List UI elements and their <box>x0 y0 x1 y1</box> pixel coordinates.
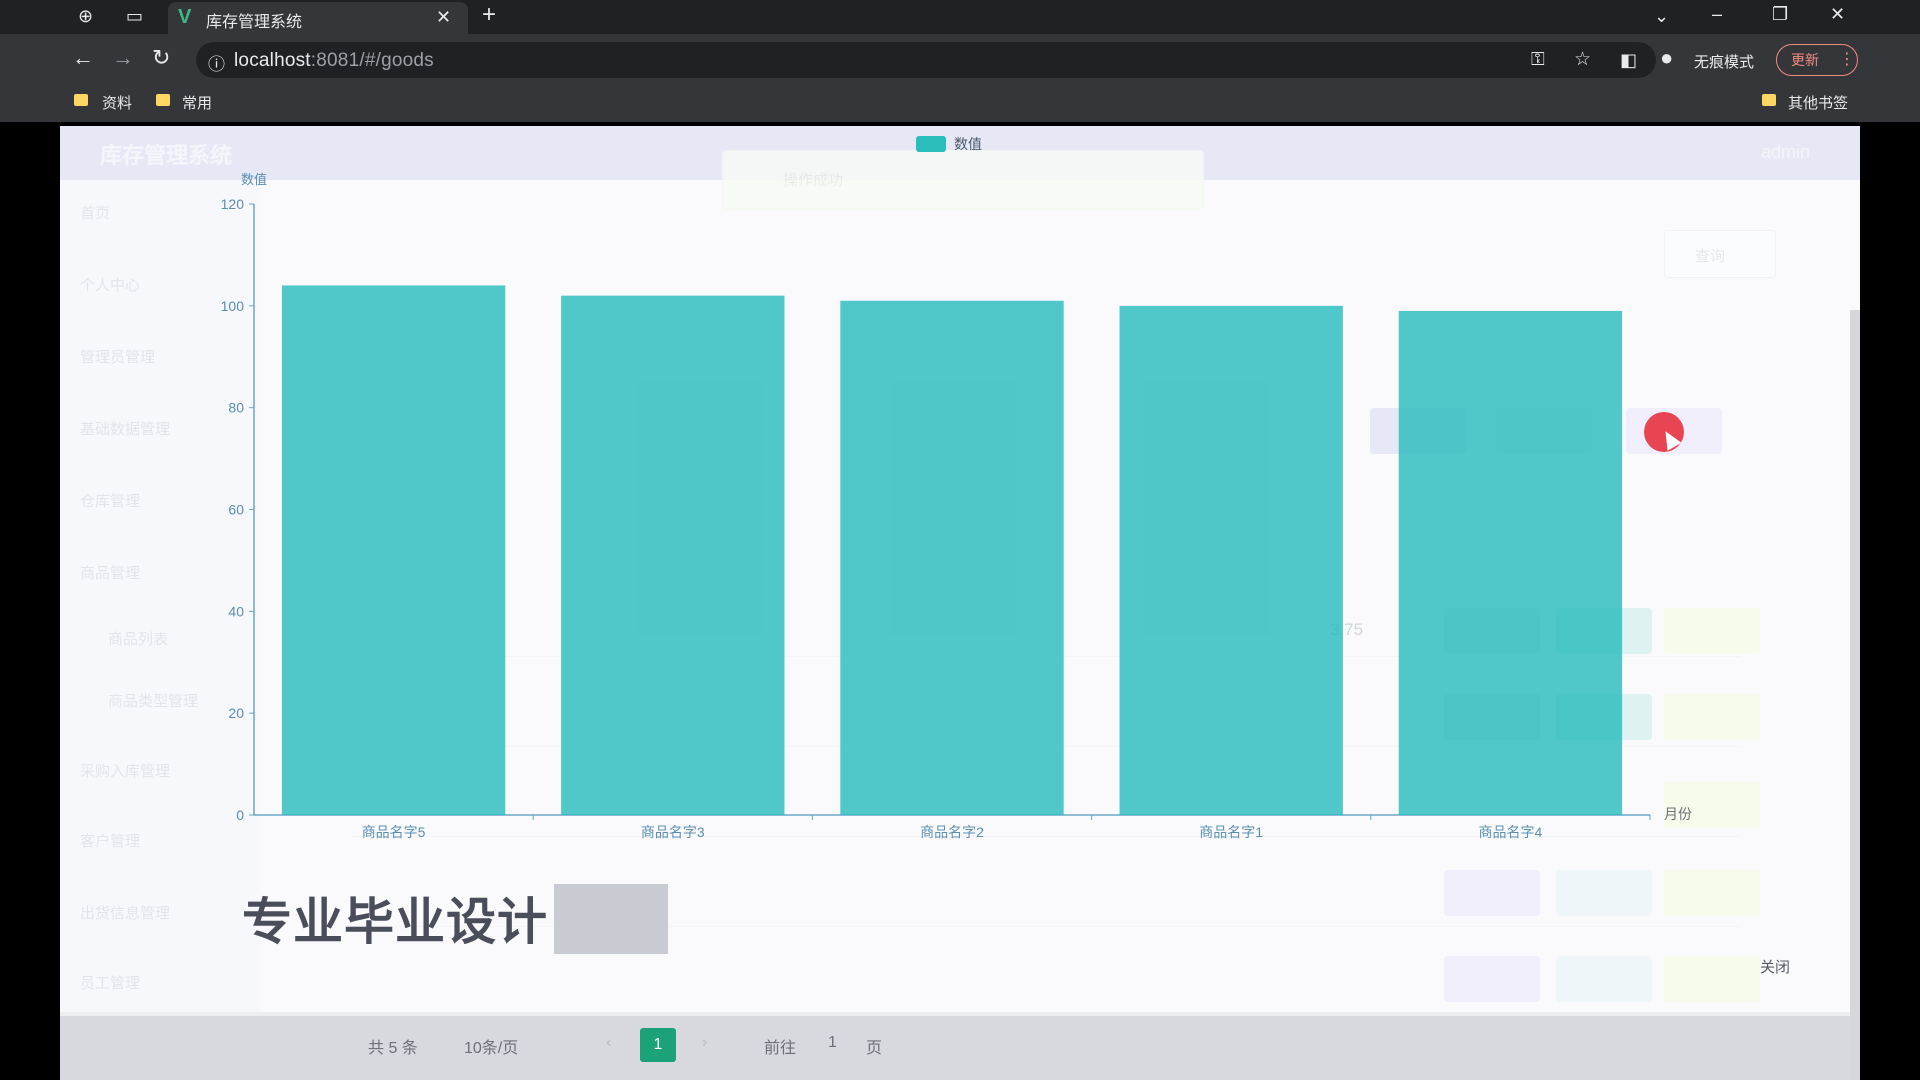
sidebar-item-profile[interactable]: 个人中心 <box>80 274 140 295</box>
site-info-icon[interactable]: ⓘ <box>208 50 225 75</box>
sidebar-item-shipment[interactable]: 出货信息管理 <box>80 902 170 923</box>
detail-button[interactable] <box>1444 956 1540 1002</box>
side-panel-icon[interactable]: ◧ <box>1620 50 1637 70</box>
edit-button[interactable] <box>1556 694 1652 740</box>
forward-icon[interactable]: → <box>112 47 134 69</box>
row-delete-button[interactable] <box>1664 870 1760 916</box>
bookmark-item[interactable]: 资料 <box>102 92 132 113</box>
import-button[interactable] <box>1496 408 1592 454</box>
new-tab-icon[interactable]: + <box>482 3 496 27</box>
browser-menu-icon[interactable]: ⊕ <box>78 6 93 26</box>
page-current[interactable]: 1 <box>640 1028 676 1062</box>
bookmark-star-icon[interactable]: ☆ <box>1574 48 1591 71</box>
reload-icon[interactable]: ↻ <box>152 47 170 69</box>
folder-icon <box>74 94 88 106</box>
add-button[interactable] <box>1370 408 1466 454</box>
scrollbar[interactable] <box>1850 310 1860 1080</box>
pagination-total: 共 5 条 <box>368 1040 418 1057</box>
sidebar-item-staff[interactable]: 员工管理 <box>80 972 140 993</box>
blurred-region <box>554 884 668 954</box>
url-text: localhost:8081/#/goods <box>234 50 434 71</box>
sidebar-item-goods-list[interactable]: 商品列表 <box>108 628 168 649</box>
toast-message: 操作成功 <box>722 150 1204 210</box>
table-row[interactable] <box>350 776 1740 837</box>
watermark-text: 专业毕业设计 <box>242 894 548 950</box>
tab-group-icon[interactable]: ▭ <box>126 6 143 26</box>
toast-text: 操作成功 <box>783 172 844 189</box>
goto-label: 前往 <box>764 1040 797 1057</box>
goto-input[interactable]: 1 <box>828 1034 837 1052</box>
search-button-label: 查询 <box>1695 248 1726 265</box>
sidebar-item-admin[interactable]: 管理员管理 <box>80 346 155 367</box>
edit-button[interactable] <box>1556 870 1652 916</box>
browser-tab-bar: ⊕ ▭ V 库存管理系统 ✕ + ⌄ – ❐ ✕ <box>0 0 1920 34</box>
sidebar-item-customer[interactable]: 客户管理 <box>80 830 140 851</box>
month-label: 月份 <box>1664 806 1692 822</box>
close-window-icon[interactable]: ✕ <box>1830 4 1845 24</box>
app-title: 库存管理系统 <box>100 143 233 168</box>
sidebar-item-goods[interactable]: 商品管理 <box>80 562 140 583</box>
search-button[interactable]: 查询 <box>1664 230 1776 278</box>
other-bookmarks[interactable]: 其他书签 <box>1788 92 1848 113</box>
pagination-bar: 共 5 条 10条/页 ‹ 1 › 前往 1 页 <box>60 1012 1860 1080</box>
tab-close-icon[interactable]: ✕ <box>436 7 451 28</box>
minimize-icon[interactable]: – <box>1712 4 1722 24</box>
folder-icon <box>1762 94 1776 106</box>
sidebar-item-home[interactable]: 首页 <box>80 202 110 223</box>
row-delete-button[interactable] <box>1664 608 1760 654</box>
header-user[interactable]: admin <box>1761 142 1810 163</box>
sidebar-item-warehouse[interactable]: 仓库管理 <box>80 490 140 511</box>
incognito-icon[interactable]: ● <box>1660 47 1673 69</box>
detail-button[interactable] <box>1444 870 1540 916</box>
sidebar-item-basic-data[interactable]: 基础数据管理 <box>80 418 170 439</box>
sidebar-item-purchase[interactable]: 采购入库管理 <box>80 760 170 781</box>
back-icon[interactable]: ← <box>72 47 94 69</box>
more-menu-icon[interactable]: ⋮ <box>1839 49 1855 69</box>
browser-tab[interactable]: V 库存管理系统 ✕ <box>168 2 468 34</box>
row-delete-button[interactable] <box>1664 694 1760 740</box>
page-unit-label: 页 <box>866 1040 883 1057</box>
prev-page-icon[interactable]: ‹ <box>606 1034 611 1052</box>
update-button[interactable]: 更新 ⋮ <box>1776 44 1858 76</box>
bookmark-item[interactable]: 常用 <box>182 92 212 113</box>
table-cell: 3.75 <box>1330 620 1364 639</box>
key-icon[interactable]: ⚿ <box>1531 49 1545 70</box>
restore-icon[interactable]: ❐ <box>1772 4 1788 24</box>
address-bar[interactable]: ⓘ localhost:8081/#/goods ⚿ ☆ <box>196 42 1656 78</box>
row-delete-button[interactable] <box>1664 956 1760 1002</box>
folder-icon <box>156 94 170 106</box>
edit-button[interactable] <box>1556 608 1652 654</box>
detail-button[interactable] <box>1444 608 1540 654</box>
tab-title: 库存管理系统 <box>206 14 303 31</box>
page-size-select[interactable]: 10条/页 <box>464 1034 518 1058</box>
close-link[interactable]: 关闭 <box>1760 956 1790 977</box>
next-page-icon[interactable]: › <box>702 1034 707 1052</box>
incognito-label[interactable]: 无痕模式 <box>1694 51 1754 72</box>
tab-search-icon[interactable]: ⌄ <box>1654 6 1669 26</box>
edit-button[interactable] <box>1556 956 1652 1002</box>
update-label: 更新 <box>1791 52 1819 68</box>
sidebar-item-goods-type[interactable]: 商品类型管理 <box>108 690 198 711</box>
vue-logo-icon: V <box>178 6 192 28</box>
detail-button[interactable] <box>1444 694 1540 740</box>
browser-toolbar: ← → ↻ ⓘ localhost:8081/#/goods ⚿ ☆ ◧ ● 无… <box>0 34 1920 122</box>
